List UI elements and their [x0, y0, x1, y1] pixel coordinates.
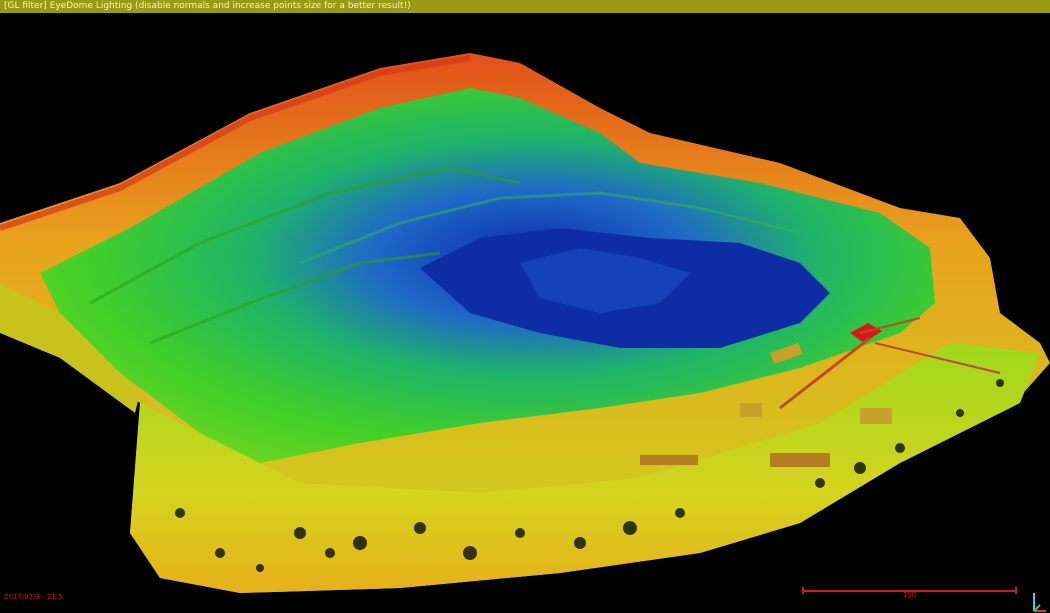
- gl-filter-banner: [GL filter] EyeDome Lighting (disable no…: [0, 0, 1050, 13]
- timestamp-label: 2017/07/3 - 21:5: [4, 593, 63, 601]
- point-cloud-render[interactable]: [0, 13, 1050, 603]
- 3d-viewport[interactable]: 2017/07/3 - 21:5 100: [0, 13, 1050, 612]
- scale-bar: 100: [802, 587, 1017, 599]
- scale-label: 100: [902, 591, 917, 599]
- axis-trihedron-icon: [1033, 593, 1046, 612]
